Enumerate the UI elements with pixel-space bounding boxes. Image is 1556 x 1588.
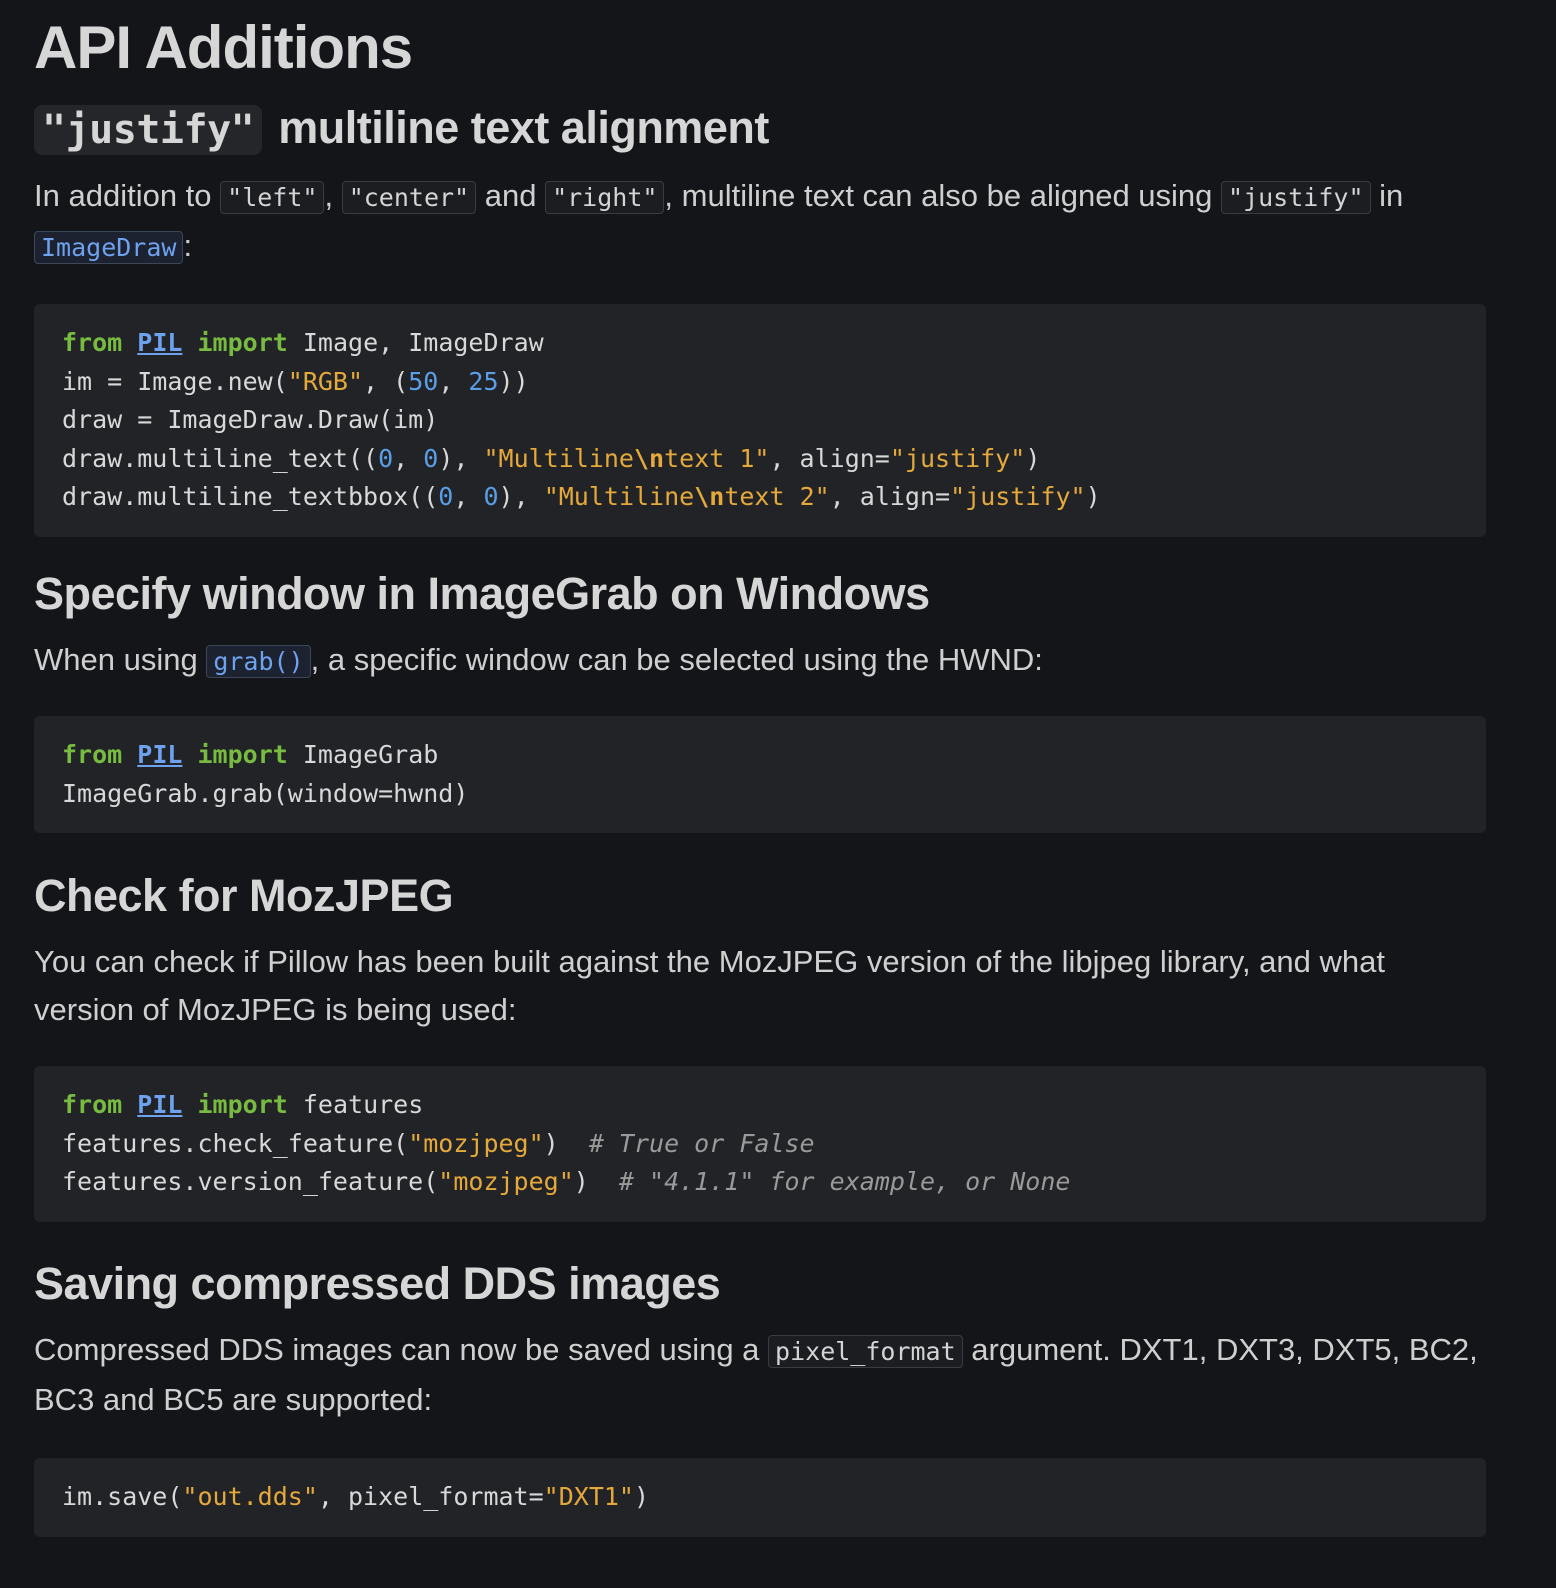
code-text: ), — [438, 443, 484, 473]
intro-text: When using — [34, 642, 207, 677]
code-number: 0 — [483, 482, 499, 511]
code-string: "mozjpeg" — [438, 1167, 574, 1196]
page: API Additions "justify" multiline text a… — [0, 0, 1556, 1537]
code-text: , ( — [363, 366, 409, 396]
grab-link[interactable]: grab() — [206, 645, 311, 678]
intro-text: , — [324, 178, 342, 213]
code-text: ), — [498, 482, 544, 511]
section-heading-mozjpeg: Check for MozJPEG — [34, 870, 454, 921]
code-text: ) — [1025, 443, 1041, 473]
code-text: features — [287, 1090, 424, 1119]
code-text: ) — [633, 1482, 650, 1511]
code-number: 0 — [378, 443, 394, 473]
heading-code: "justify" — [34, 105, 263, 155]
code-string: text 2" — [724, 482, 830, 511]
inline-code-right: "right" — [545, 181, 665, 214]
code-text: , pixel_format= — [317, 1482, 544, 1511]
pil-module-link[interactable]: PIL — [137, 328, 182, 357]
code-text: )) — [498, 366, 529, 396]
code-text: im = Image.new( — [62, 366, 288, 396]
code-string: "out.dds" — [182, 1482, 318, 1511]
intro-text: Compressed DDS images can now be saved u… — [34, 1332, 769, 1367]
code-string: "Multiline — [543, 482, 695, 511]
section-heading-justify: "justify" multiline text alignment — [34, 100, 1486, 158]
code-keyword: import — [197, 328, 288, 357]
code-text: draw = ImageDraw.Draw(im) — [62, 405, 439, 434]
code-string: "justify" — [889, 443, 1026, 473]
code-number: 0 — [423, 443, 439, 473]
code-text: im.save( — [62, 1482, 183, 1511]
code-string: "RGB" — [287, 366, 364, 396]
code-escape: \n — [694, 482, 725, 511]
code-text: , align= — [829, 482, 951, 511]
section-imagegrab: Specify window in ImageGrab on Windows W… — [34, 566, 1486, 833]
code-text: ) — [573, 1167, 619, 1196]
code-text: draw.multiline_textbbox(( — [62, 482, 439, 511]
code-block-imagegrab: from PIL import ImageGrab ImageGrab.grab… — [34, 716, 1486, 833]
section-heading-imagegrab: Specify window in ImageGrab on Windows — [34, 568, 930, 619]
code-keyword: from — [62, 1090, 123, 1119]
intro-text: and — [476, 178, 546, 213]
intro-text: : — [183, 228, 193, 263]
heading-text: multiline text alignment — [278, 102, 769, 153]
code-text: ImageGrab.grab(window=hwnd) — [62, 778, 469, 808]
code-block-dds: im.save("out.dds", pixel_format="DXT1") — [34, 1458, 1486, 1537]
code-string: text 1" — [664, 443, 770, 473]
intro-text: , multiline text can also be aligned usi… — [664, 178, 1222, 213]
code-text: draw.multiline_text(( — [62, 443, 379, 473]
code-text: , — [393, 443, 424, 473]
code-text: ) — [1085, 482, 1101, 511]
section-intro-mozjpeg: You can check if Pillow has been built a… — [34, 944, 1385, 1027]
code-block-justify: from PIL import Image, ImageDraw im = Im… — [34, 304, 1486, 537]
intro-text: , a specific window can be selected usin… — [310, 642, 1043, 677]
code-string: "mozjpeg" — [408, 1128, 544, 1158]
code-comment: # "4.1.1" for example, or None — [618, 1167, 1071, 1196]
code-text: , — [438, 366, 469, 396]
code-number: 25 — [468, 366, 499, 396]
code-string: "Multiline — [483, 443, 634, 473]
page-title: API Additions — [34, 14, 413, 81]
code-text: ImageGrab — [287, 740, 439, 769]
code-keyword: from — [62, 328, 123, 357]
inline-code-center: "center" — [341, 181, 477, 214]
code-text: Image, ImageDraw — [287, 328, 544, 357]
inline-code-pixel-format: pixel_format — [768, 1335, 963, 1368]
code-text: , — [453, 482, 484, 511]
code-escape: \n — [633, 443, 665, 473]
code-comment: # True or False — [588, 1128, 815, 1158]
code-text: ) — [543, 1128, 589, 1158]
intro-text: In addition to — [34, 178, 221, 213]
section-intro-imagegrab: When using grab(), a specific window can… — [34, 636, 1486, 686]
code-text: features.version_feature( — [62, 1167, 439, 1196]
code-text: , align= — [769, 443, 890, 473]
code-string: "DXT1" — [543, 1482, 634, 1511]
section-justify: "justify" multiline text alignment In ad… — [34, 100, 1486, 537]
inline-code-justify: "justify" — [1221, 181, 1371, 214]
imagedraw-link[interactable]: ImageDraw — [34, 231, 184, 264]
code-keyword: import — [197, 740, 288, 769]
code-number: 0 — [438, 482, 454, 511]
section-intro-justify: In addition to "left", "center" and "rig… — [34, 172, 1486, 272]
code-number: 50 — [408, 366, 439, 396]
code-block-mozjpeg: from PIL import features features.check_… — [34, 1066, 1486, 1222]
section-heading-dds: Saving compressed DDS images — [34, 1258, 721, 1309]
code-keyword: import — [197, 1090, 288, 1119]
intro-text: in — [1370, 178, 1404, 213]
section-mozjpeg: Check for MozJPEG You can check if Pillo… — [34, 868, 1486, 1222]
code-keyword: from — [62, 740, 123, 769]
code-string: "justify" — [950, 482, 1086, 511]
code-text: features.check_feature( — [62, 1128, 409, 1158]
pil-module-link[interactable]: PIL — [137, 1090, 182, 1119]
inline-code-left: "left" — [220, 181, 325, 214]
section-dds: Saving compressed DDS images Compressed … — [34, 1256, 1486, 1537]
pil-module-link[interactable]: PIL — [137, 740, 182, 769]
section-intro-dds: Compressed DDS images can now be saved u… — [34, 1326, 1486, 1424]
